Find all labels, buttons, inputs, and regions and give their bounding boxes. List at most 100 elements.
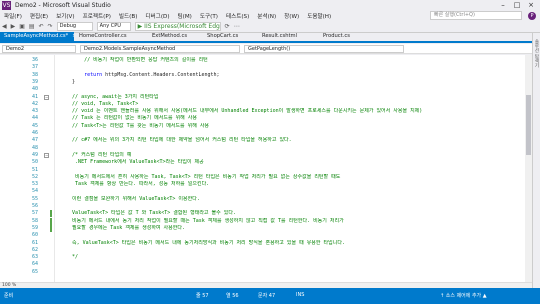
fold-toggle-icon[interactable]: − [44, 94, 49, 100]
maximize-icon[interactable]: □ [510, 0, 524, 11]
platform-select[interactable]: Any CPU [96, 22, 131, 31]
navigation-bar: Demo2 Demo2.Models.SampleAsyncMethod Get… [0, 44, 532, 54]
code-token: /* 커스텀 리턴 타입의 예 [60, 151, 132, 158]
menu-item[interactable]: 분석(N) [253, 12, 280, 20]
menu-item[interactable]: 편집(E) [26, 12, 52, 20]
run-button[interactable]: ▶ IIS Express(Microsoft Edge) [134, 22, 221, 31]
code-line[interactable]: return httpMsg.Content.Headers.ContentLe… [60, 72, 530, 79]
line-number-gutter: 36 37 38 39 40 41 42 43 44 45 46 47 48 49 50 51 52 53 54 55… [0, 55, 54, 282]
menu-item[interactable]: 도구(T) [196, 12, 222, 20]
line-number: 64 [31, 261, 38, 268]
code-token: */ [60, 254, 79, 261]
menu-item[interactable]: 창(W) [280, 12, 303, 20]
code-line[interactable]: 비동기 메서드에서 흔히 사용하는 Task, Task<T> 리턴 타입은 비… [60, 174, 530, 181]
source-control-button[interactable]: ↑ 소스 제어에 추가 ▲ [440, 292, 487, 299]
member-dropdown[interactable]: GetPageLength() [244, 44, 404, 53]
document-tab[interactable]: Result.cshtml [258, 32, 318, 41]
menu-item[interactable]: 빌드(B) [115, 12, 142, 20]
code-line[interactable]: // 비동기 작업이 반환되면 응답 커텐츠의 길이를 리턴 [60, 57, 530, 64]
line-number: 48 [31, 144, 38, 151]
forward-icon[interactable]: ▶ [11, 23, 16, 30]
code-token: } [60, 78, 76, 85]
code-token: return [60, 71, 103, 78]
redo-icon[interactable]: ↷ [48, 23, 53, 30]
code-token: 이런 결점을 보완하기 위해서 ValueTask<T> 이용한다. [60, 195, 200, 202]
document-tab[interactable]: SampleAsyncMethod.cs*× [0, 32, 74, 41]
quick-launch-input[interactable]: 빠른 실행(Ctrl+Q) [430, 11, 522, 20]
line-number: 59 [31, 224, 38, 231]
menu-item[interactable]: 파일(F) [0, 12, 26, 20]
code-line[interactable]: } [60, 79, 530, 86]
code-line[interactable]: .NET Framework에서 ValueTask<T>라는 타입이 제공 [60, 159, 530, 166]
menu-item[interactable]: 팀(M) [174, 12, 196, 20]
code-line[interactable]: 필요할 경우에는 Task 객체를 생성하여 사용한다. [60, 225, 530, 232]
config-select[interactable]: Debug [56, 22, 93, 31]
tab-label: ExtMethod.cs [152, 33, 188, 39]
code-line[interactable]: 이런 결점을 보완하기 위해서 ValueTask<T> 이용한다. [60, 196, 530, 203]
status-line: 줄 57 [196, 293, 209, 299]
save-icon[interactable]: ▣ [19, 23, 25, 30]
close-tab-icon[interactable]: × [72, 33, 74, 39]
menu-item[interactable]: 보기(V) [52, 12, 78, 20]
menu-item[interactable]: 디버그(D) [141, 12, 173, 20]
line-number: 50 [31, 159, 38, 166]
solution-explorer-tab[interactable]: 솔루션 탐색기 [532, 33, 540, 288]
line-number: 47 [31, 137, 38, 144]
code-editor[interactable]: 36 37 38 39 40 41 42 43 44 45 46 47 48 49 50 51 52 53 54 55… [0, 55, 532, 282]
toolbar-options-icon[interactable]: ⋯ [234, 23, 240, 30]
code-line[interactable]: 즉, ValueTask<T> 타입은 비동기 메서드 내에 동기처리방식과 비… [60, 240, 530, 247]
line-number: 62 [31, 246, 38, 253]
save-all-icon[interactable]: ▤ [29, 23, 35, 30]
refresh-icon[interactable]: ⟳ [225, 23, 230, 30]
change-marker [50, 224, 52, 232]
status-col: 열 56 [226, 293, 239, 299]
scrollbar-thumb[interactable] [526, 95, 531, 155]
document-tab[interactable]: ExtMethod.cs [148, 32, 202, 41]
line-number: 40 [31, 86, 38, 93]
line-number: 36 [31, 57, 38, 63]
undo-icon[interactable]: ↶ [39, 23, 44, 30]
code-line[interactable]: */ [60, 254, 530, 261]
code-line[interactable]: /* 커스텀 리턴 타입의 예 [60, 152, 530, 159]
code-line[interactable]: ValueTask<T> 타입은 값 T 와 Task<T> 결합된 형태라고 … [60, 210, 530, 217]
change-marker [50, 210, 52, 218]
menu-item[interactable]: 도움말(H) [303, 12, 335, 20]
document-tab[interactable]: ShopCart.cs [203, 32, 257, 41]
menu-item[interactable]: 테스트(S) [222, 12, 253, 20]
line-number: 65 [31, 268, 38, 275]
line-number: 63 [31, 254, 38, 261]
line-number: 44 [31, 115, 38, 122]
tab-label: ShopCart.cs [207, 33, 239, 39]
code-line[interactable]: // c#7 에서는 위의 3가지 리턴 타입에 대한 제약을 넘어서 커스텀 … [60, 137, 530, 144]
code-token: 즉, ValueTask<T> 타입은 비동기 메서드 내에 동기처리방식과 비… [60, 239, 345, 246]
code-line[interactable]: // async, await는 3가지 리턴타입 [60, 94, 530, 101]
code-line[interactable]: // void, Task, Task<T> [60, 101, 530, 108]
class-dropdown[interactable]: Demo2.Models.SampleAsyncMethod [80, 44, 240, 53]
document-tab[interactable]: Product.cs [319, 32, 369, 41]
code-token: 필요할 경우에는 Task 객체를 생성하여 사용한다. [60, 224, 185, 231]
menu-item[interactable]: 프로젝트(P) [79, 12, 115, 20]
close-icon[interactable]: × [524, 0, 538, 11]
code-line[interactable]: // Task 는 리턴값이 없는 비동기 메서드를 위해 사용 [60, 115, 530, 122]
tab-label: Result.cshtml [262, 33, 298, 39]
project-dropdown[interactable]: Demo2 [2, 44, 76, 53]
line-number: 61 [31, 239, 38, 246]
line-number: 58 [31, 217, 38, 224]
fold-toggle-icon[interactable]: − [44, 152, 49, 158]
line-number: 54 [31, 188, 38, 195]
vertical-scrollbar[interactable] [525, 55, 532, 282]
user-avatar[interactable]: P [528, 12, 536, 20]
code-token: 비동기 메서드 내에서 동기 처리 작업이 필요할 때는 Task 객체를 생성… [60, 217, 344, 224]
code-line[interactable]: // Task<T>는 리턴값 T를 갖는 비동기 메서드를 위해 사용 [60, 123, 530, 130]
code-token: .NET Framework에서 ValueTask<T>라는 타입이 제공 [60, 159, 204, 166]
document-tabs: SampleAsyncMethod.cs*× HomeController.cs E… [0, 32, 532, 43]
code-line[interactable]: 비동기 메서드 내에서 동기 처리 작업이 필요할 때는 Task 객체를 생성… [60, 218, 530, 225]
document-tab[interactable]: HomeController.cs [75, 32, 147, 41]
visual-studio-logo: VS [2, 1, 11, 10]
code-line[interactable]: // void 는 이벤트 핸들러를 사용 위해서 사용(메서드 내부에서 Un… [60, 108, 530, 115]
minimize-icon[interactable]: – [496, 0, 510, 11]
status-insert-mode: INS [296, 292, 305, 298]
back-icon[interactable]: ◀ [2, 23, 7, 30]
code-token: // Task 는 리턴값이 없는 비동기 메서드를 위해 사용 [60, 115, 197, 122]
code-line[interactable]: Task 객체를 항상 만든다. 따라서, 성능 저하를 일으킨다. [60, 181, 530, 188]
